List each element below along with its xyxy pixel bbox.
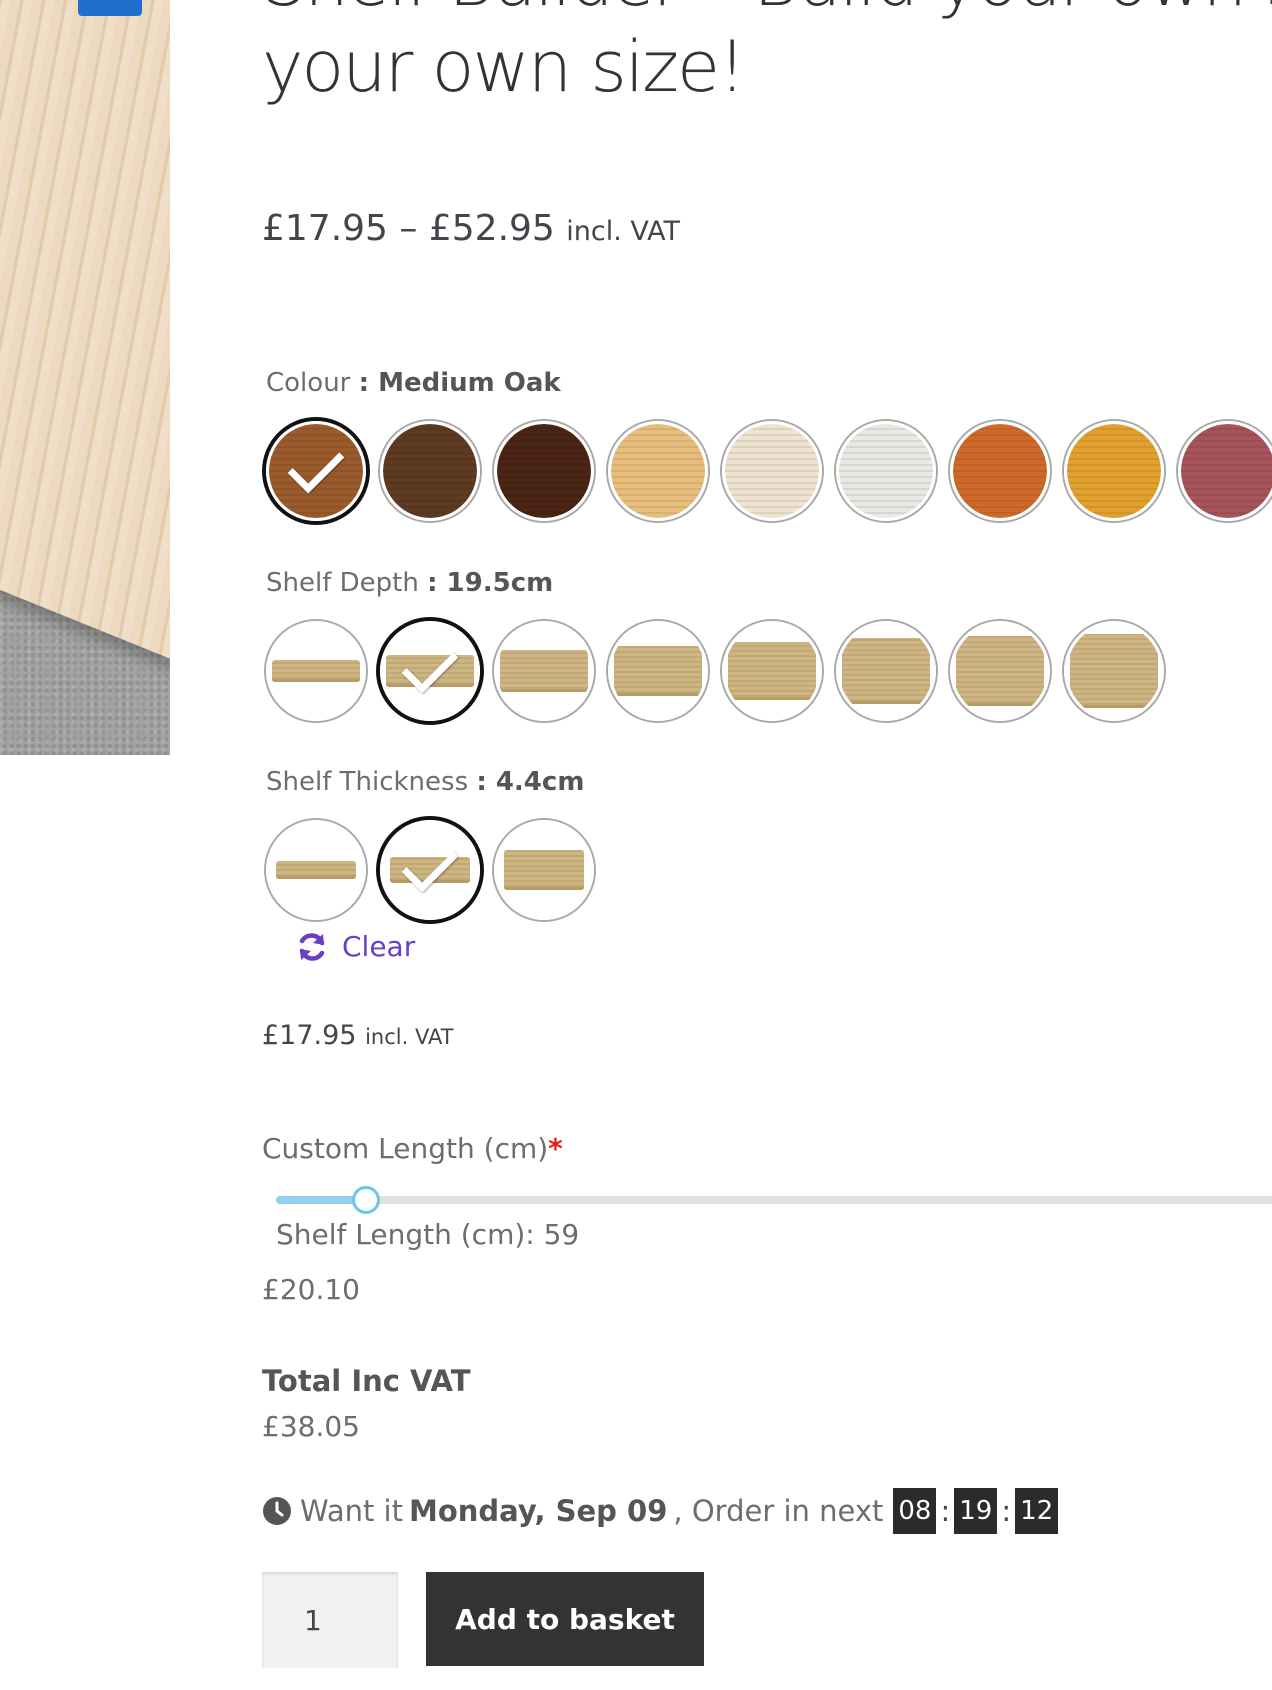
shelf-length-readout: Shelf Length (cm): 59 [276,1218,580,1251]
title-line-1: Shelf Builder – Build your own shelf [262,0,1272,24]
thickness-label: Shelf Thickness : 4.4cm [266,767,585,797]
variation-price-vat: incl. VAT [365,1025,454,1049]
depth-swatch[interactable] [608,621,708,721]
wood-texture [953,424,1047,518]
wood-texture [383,424,477,518]
depth-swatch[interactable] [380,621,480,721]
custom-length-label-text: Custom Length (cm) [262,1132,549,1165]
clear-label: Clear [342,930,416,963]
depth-label-text: Shelf Depth [266,568,419,598]
delivery-middle: , Order in next [673,1494,884,1528]
timer-hours: 08 [893,1488,937,1534]
timer-minutes: 19 [954,1488,998,1534]
colour-swatch[interactable] [494,421,594,521]
depth-swatch[interactable] [836,621,936,721]
colour-swatch[interactable] [950,421,1050,521]
board-icon [504,850,584,890]
variation-price: £17.95 incl. VAT [262,1020,454,1051]
delivery-countdown: Want it Monday, Sep 09 , Order in next 0… [262,1488,1059,1534]
delivery-date: Monday, Sep 09 [409,1494,668,1528]
price-range: £17.95 – £52.95 incl. VAT [262,208,680,249]
add-to-basket-button[interactable]: Add to basket [426,1572,704,1666]
wood-texture [611,424,705,518]
colour-swatch[interactable] [608,421,708,521]
variation-price-amount: £17.95 [262,1020,357,1051]
zoom-icon[interactable] [78,0,142,16]
total-value: £38.05 [262,1410,360,1443]
board-icon [500,650,588,692]
depth-swatch[interactable] [1064,621,1164,721]
product-image[interactable] [0,0,170,755]
wood-texture [497,424,591,518]
custom-length-label: Custom Length (cm)* [262,1132,563,1165]
clear-selection-link[interactable]: Clear [296,930,415,963]
product-summary: Shelf Builder – Build your own shelf you… [262,0,1272,1690]
colour-swatch[interactable] [1064,421,1164,521]
timer-seconds: 12 [1015,1488,1059,1534]
colour-label: Colour : Medium Oak [266,368,561,398]
depth-swatches [266,621,1164,721]
depth-swatch[interactable] [494,621,594,721]
colour-selected-value: Medium Oak [378,368,561,398]
depth-swatch[interactable] [722,621,822,721]
refresh-icon [299,932,325,961]
depth-swatch[interactable] [950,621,1050,721]
wood-texture [839,424,933,518]
required-marker: * [548,1132,563,1165]
slider-handle[interactable] [352,1186,380,1214]
thickness-label-text: Shelf Thickness [266,767,469,797]
colour-swatch[interactable] [836,421,936,521]
thickness-selected-value: 4.4cm [495,767,585,797]
board-icon [842,638,930,704]
length-slider[interactable] [276,1186,1272,1214]
board-icon [728,642,816,700]
delivery-prefix: Want it [300,1494,403,1528]
colour-swatch[interactable] [380,421,480,521]
depth-selected-value: 19.5cm [446,568,554,598]
board-icon [276,861,356,879]
title-line-2: your own size! [262,26,746,108]
wood-texture [1181,424,1272,518]
clock-icon [263,1497,291,1525]
thickness-swatch[interactable] [494,820,594,920]
wood-texture [725,424,819,518]
total-label: Total Inc VAT [262,1364,471,1398]
timer-separator: : [940,1494,951,1528]
quantity-input[interactable] [262,1572,398,1668]
board-icon [272,660,360,682]
timer-separator: : [1001,1494,1012,1528]
thickness-swatches [266,820,594,920]
board-icon [956,636,1044,706]
price-range-amount: £17.95 – £52.95 [262,208,555,249]
thickness-swatch[interactable] [266,820,366,920]
colour-swatches [266,421,1272,521]
length-price: £20.10 [262,1273,360,1306]
wood-texture [1067,424,1161,518]
depth-label: Shelf Depth : 19.5cm [266,568,554,598]
price-vat-suffix: incl. VAT [566,216,681,247]
colour-swatch[interactable] [266,421,366,521]
colour-swatch[interactable] [1178,421,1272,521]
thickness-swatch[interactable] [380,820,480,920]
shelf-plank-photo [0,0,170,659]
board-icon [614,646,702,696]
depth-swatch[interactable] [266,621,366,721]
board-icon [1070,634,1158,708]
product-title: Shelf Builder – Build your own shelf you… [262,0,1272,110]
colour-swatch[interactable] [722,421,822,521]
checkmark-icon [401,835,459,893]
colour-label-text: Colour [266,368,351,398]
